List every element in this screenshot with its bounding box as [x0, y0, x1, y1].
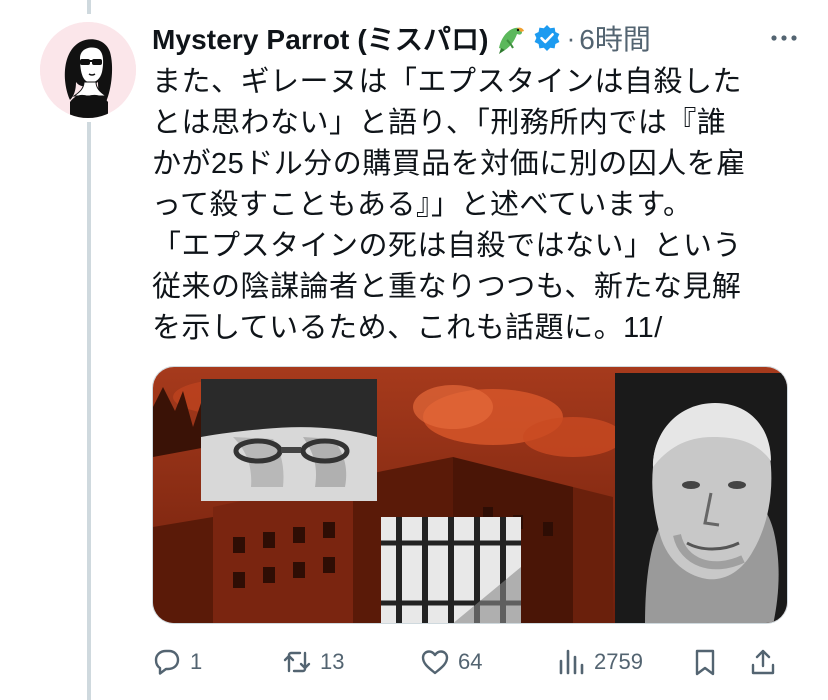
bookmark-icon — [695, 649, 715, 676]
reply-icon — [154, 649, 180, 675]
heart-icon — [421, 650, 449, 675]
avatar[interactable] — [40, 22, 136, 118]
collage-image — [153, 367, 787, 623]
thread-line-top — [87, 0, 91, 14]
retweet-count: 13 — [320, 649, 345, 674]
views-button[interactable]: 2759 — [556, 642, 643, 682]
view-count: 2759 — [594, 649, 643, 674]
like-count: 64 — [458, 649, 483, 674]
tweet[interactable]: Mystery Parrot (ミスパロ) · 6時間 また、ギレーヌは「エプス… — [0, 0, 828, 700]
parrot-icon — [491, 20, 527, 56]
retweet-icon — [283, 651, 311, 673]
share-icon — [751, 649, 775, 675]
views-chart-icon — [559, 649, 584, 675]
author-display-name[interactable]: Mystery Parrot (ミスパロ) — [152, 18, 489, 58]
reply-button[interactable]: 1 — [152, 642, 202, 682]
thread-line — [87, 122, 91, 700]
tweet-text: また、ギレーヌは「エプスタインは自殺した とは思わない」と語り、「刑務所内では『… — [152, 66, 746, 344]
verified-badge-icon — [533, 24, 561, 52]
retweet-button[interactable]: 13 — [282, 642, 344, 682]
tweet-actions: 1 13 64 2759 — [152, 642, 788, 682]
tweet-header: Mystery Parrot (ミスパロ) · 6時間 — [152, 18, 802, 58]
header-separator: · — [566, 22, 576, 53]
share-button[interactable] — [748, 642, 778, 682]
more-options-icon[interactable] — [766, 22, 802, 54]
reply-count: 1 — [190, 649, 203, 674]
like-button[interactable]: 64 — [420, 642, 482, 682]
tweet-timestamp[interactable]: 6時間 — [579, 18, 651, 58]
tweet-media-image[interactable] — [152, 366, 788, 624]
bookmark-button[interactable] — [690, 642, 720, 682]
avatar-illustration-icon — [40, 22, 136, 118]
